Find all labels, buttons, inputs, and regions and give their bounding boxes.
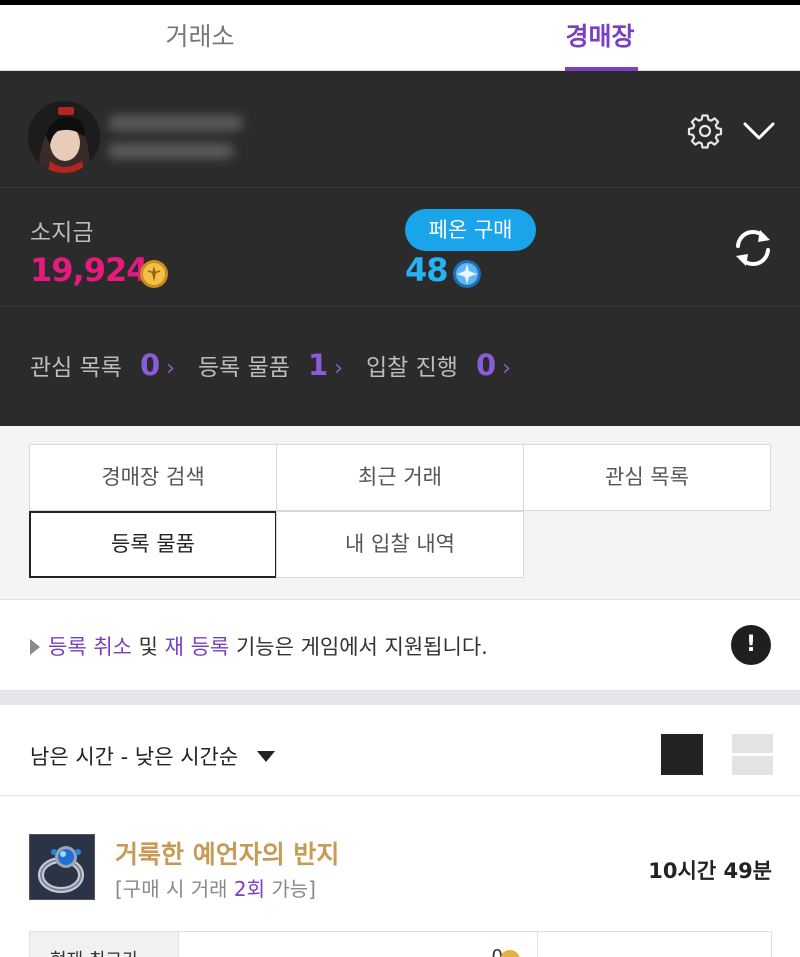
count-bidding-value: 0	[475, 348, 497, 382]
price-row-value: 0	[180, 932, 538, 957]
currency-row: 소지금 19,924 페온 구매 48	[0, 189, 800, 307]
profile-row	[0, 71, 800, 188]
sort-dropdown[interactable]: 남은 시간 - 낮은 시간순	[30, 741, 238, 771]
item-trade-limit-prefix: [구매 시 거래	[115, 877, 234, 901]
buy-pheon-button[interactable]: 페온 구매	[405, 209, 536, 251]
ring-item-icon	[29, 834, 95, 900]
price-row: 현재 최고가 0	[29, 931, 772, 957]
chevron-right-icon: ›	[166, 356, 175, 381]
blurred-server-name	[108, 143, 234, 159]
notice-text: 등록 취소 및 재 등록 기능은 게임에서 지원됩니다.	[48, 631, 488, 661]
chevron-right-icon: ›	[334, 356, 343, 381]
pheon-amount: 48	[405, 251, 449, 289]
blurred-character-name	[108, 115, 243, 131]
count-watchlist-label: 관심 목록	[30, 355, 122, 381]
notice-bar: 등록 취소 및 재 등록 기능은 게임에서 지원됩니다.	[0, 601, 800, 691]
section-divider	[0, 691, 800, 705]
price-row-label: 현재 최고가	[30, 932, 179, 957]
info-icon[interactable]: !	[731, 625, 771, 665]
summary-counts: 관심 목록 0 › 등록 물품 1 › 입찰 진행 0 ›	[0, 308, 800, 426]
gold-amount: 19,924	[30, 251, 148, 289]
item-trade-limit: [구매 시 거래 2회 가능]	[115, 873, 316, 902]
menu-my-bids[interactable]: 내 입찰 내역	[276, 511, 524, 578]
count-registered-label: 등록 물품	[198, 355, 290, 381]
menu-registered-items[interactable]: 등록 물품	[29, 511, 277, 578]
count-watchlist-value: 0	[139, 348, 161, 382]
tab-exchange[interactable]: 거래소	[0, 5, 400, 71]
count-bidding-label: 입찰 진행	[366, 355, 458, 381]
time-remaining: 10시간 49분	[648, 859, 772, 883]
auction-menu: 경매장 검색 최근 거래 관심 목록 등록 물품 내 입찰 내역	[0, 426, 800, 600]
tab-auction-label: 경매장	[565, 22, 635, 51]
market-tabs: 거래소 경매장	[0, 5, 800, 72]
count-registered[interactable]: 등록 물품 1 ›	[198, 348, 343, 388]
gold-label: 소지금	[30, 220, 94, 246]
item-trade-limit-suffix: 가능]	[265, 877, 316, 901]
chevron-right-icon: ›	[502, 356, 511, 381]
notice-rest: 기능은 게임에서 지원됩니다.	[229, 635, 488, 659]
count-registered-value: 1	[307, 348, 329, 382]
list-view-toggle-icon[interactable]	[732, 734, 773, 775]
notice-cancel-registration: 등록 취소	[48, 635, 132, 659]
refresh-icon[interactable]	[731, 226, 775, 270]
count-watchlist[interactable]: 관심 목록 0 ›	[30, 348, 175, 388]
menu-auction-search[interactable]: 경매장 검색	[29, 444, 277, 511]
pheon-icon	[453, 260, 481, 288]
notice-conjunction: 및	[131, 635, 165, 659]
menu-watchlist[interactable]: 관심 목록	[523, 444, 771, 511]
tab-auction[interactable]: 경매장	[400, 5, 800, 72]
avatar	[28, 101, 100, 173]
triangle-right-icon	[30, 639, 40, 655]
item-trade-limit-count: 2회	[233, 877, 265, 901]
item-name: 거룩한 예언자의 반지	[115, 840, 340, 869]
count-bidding[interactable]: 입찰 진행 0 ›	[366, 348, 511, 388]
sort-bar: 남은 시간 - 낮은 시간순	[0, 705, 800, 796]
notice-reregister: 재 등록	[164, 635, 230, 659]
card-view-toggle-icon[interactable]	[661, 734, 703, 775]
gear-icon[interactable]	[687, 113, 723, 149]
caret-down-icon[interactable]	[257, 751, 275, 762]
chevron-down-icon[interactable]	[742, 116, 776, 146]
menu-recent-trades[interactable]: 최근 거래	[276, 444, 524, 511]
account-panel: 소지금 19,924 페온 구매 48 관심 목록 0 › 등록 물품 1 › …	[0, 71, 800, 426]
gold-coin-icon	[140, 260, 168, 288]
list-item[interactable]: 거룩한 예언자의 반지 [구매 시 거래 2회 가능] 10시간 49분 현재 …	[0, 797, 800, 957]
